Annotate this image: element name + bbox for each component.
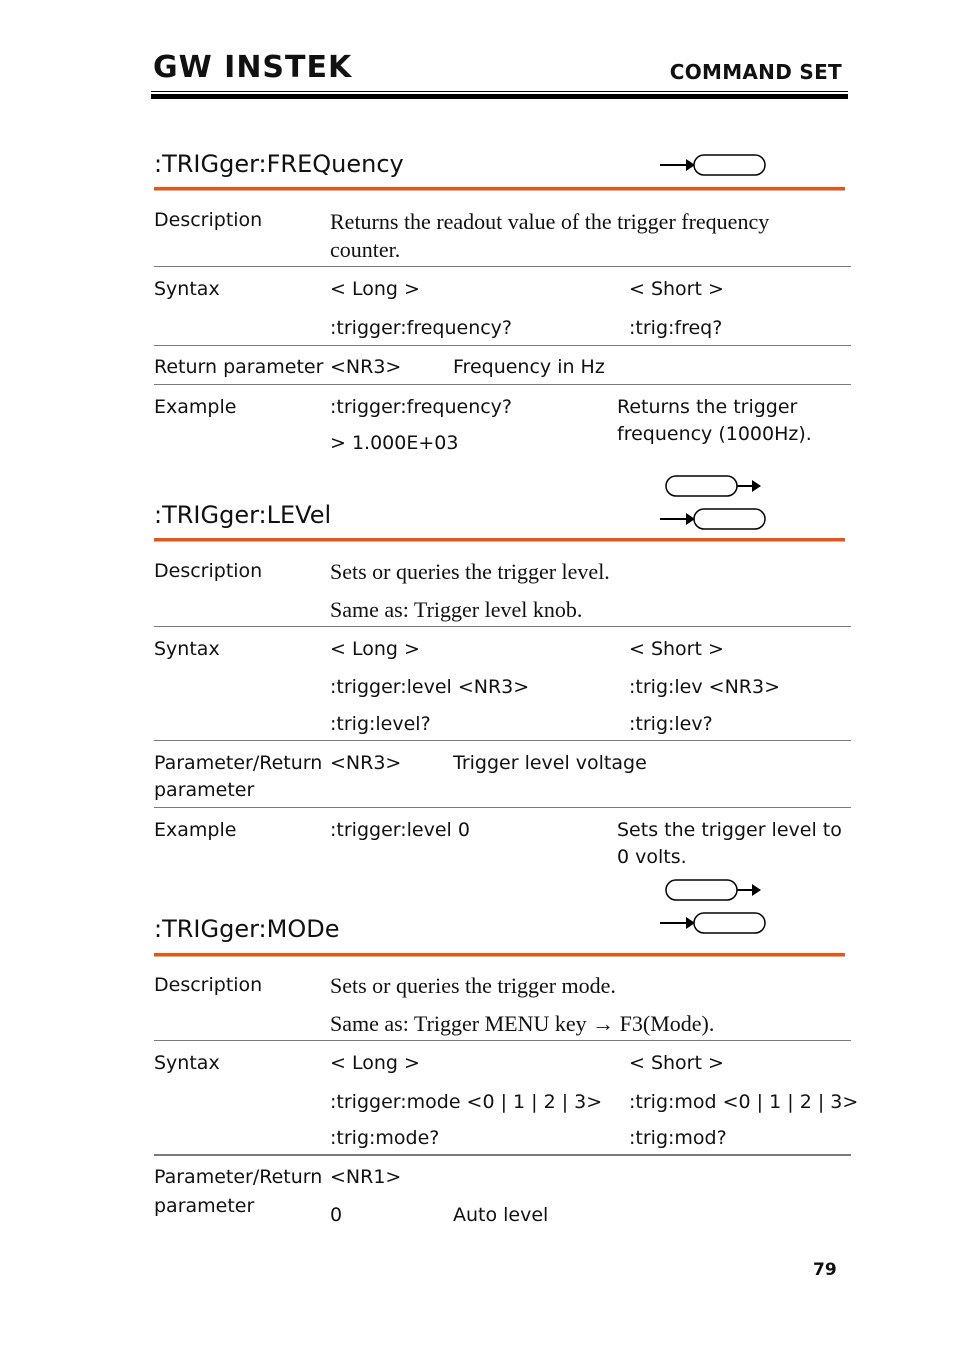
- syntax-long-command: :trigger:level <NR3>: [330, 676, 530, 698]
- example-note: frequency (1000Hz).: [617, 423, 812, 445]
- parameter-type: <NR1>: [330, 1166, 402, 1188]
- example-note: Sets the trigger level to: [617, 819, 842, 841]
- syntax-short-query: :trig:lev?: [629, 713, 713, 735]
- syntax-short-header: < Short >: [629, 638, 724, 660]
- header-rule-thin: [151, 91, 848, 92]
- row-divider: [154, 345, 851, 346]
- header-section-title: COMMAND SET: [669, 60, 842, 84]
- row-divider: [154, 1040, 851, 1041]
- row-divider: [154, 626, 851, 627]
- syntax-long-header: < Long >: [330, 278, 420, 300]
- example-label: Example: [154, 396, 237, 418]
- parameter-label: Parameter/Return: [154, 1166, 323, 1188]
- header-rule-thick: [151, 94, 848, 99]
- row-divider: [154, 266, 851, 267]
- row-divider: [154, 1154, 851, 1156]
- parameter-value-meaning: Auto level: [453, 1204, 549, 1226]
- description-text: Returns the readout value of the trigger…: [330, 209, 770, 234]
- syntax-long-command: :trigger:frequency?: [330, 317, 513, 339]
- section-divider-shadow: [154, 541, 845, 542]
- description-text: counter.: [330, 237, 401, 262]
- query-icon: [660, 912, 766, 934]
- row-divider: [154, 807, 851, 808]
- section-divider-shadow: [154, 190, 845, 191]
- parameter-label: parameter: [154, 1195, 255, 1217]
- row-divider: [154, 740, 851, 741]
- section-title-trigger-level: :TRIGger:LEVel: [154, 501, 332, 529]
- example-note: 0 volts.: [617, 846, 687, 868]
- example-response: > 1.000E+03: [330, 432, 459, 454]
- parameter-type: <NR3>: [330, 356, 402, 378]
- syntax-short-header: < Short >: [629, 278, 724, 300]
- parameter-label: parameter: [154, 779, 255, 801]
- syntax-long-header: < Long >: [330, 1052, 420, 1074]
- description-text: Sets or queries the trigger mode.: [330, 973, 616, 998]
- return-parameter-label: Return parameter: [154, 356, 324, 378]
- parameter-meaning: Trigger level voltage: [453, 752, 647, 774]
- description-text: Same as: Trigger MENU key → F3(Mode).: [330, 1011, 715, 1036]
- page-number: 79: [813, 1260, 837, 1280]
- description-label: Description: [154, 974, 263, 996]
- syntax-short-command: :trig:freq?: [629, 317, 723, 339]
- gw-instek-logo: GW INSTEK: [153, 50, 353, 85]
- query-icon: [660, 154, 766, 176]
- parameter-label: Parameter/Return: [154, 752, 323, 774]
- syntax-long-query: :trig:level?: [330, 713, 431, 735]
- syntax-short-command: :trig:mod <0 | 1 | 2 | 3>: [629, 1091, 859, 1113]
- parameter-meaning: Frequency in Hz: [453, 356, 605, 378]
- row-divider: [154, 384, 851, 385]
- syntax-short-header: < Short >: [629, 1052, 724, 1074]
- description-label: Description: [154, 209, 263, 231]
- set-icon: [665, 879, 761, 901]
- description-text: Same as: Trigger level knob.: [330, 597, 583, 622]
- example-note: Returns the trigger: [617, 396, 798, 418]
- query-icon: [660, 508, 766, 530]
- example-label: Example: [154, 819, 237, 841]
- example-command: :trigger:level 0: [330, 819, 470, 841]
- syntax-short-command: :trig:lev <NR3>: [629, 676, 780, 698]
- section-title-trigger-frequency: :TRIGger:FREQuency: [154, 150, 404, 178]
- description-text: Sets or queries the trigger level.: [330, 559, 610, 584]
- example-command: :trigger:frequency?: [330, 396, 513, 418]
- description-label: Description: [154, 560, 263, 582]
- syntax-long-header: < Long >: [330, 638, 420, 660]
- section-divider-shadow: [154, 956, 845, 957]
- parameter-type: <NR3>: [330, 752, 402, 774]
- syntax-label: Syntax: [154, 638, 220, 660]
- syntax-label: Syntax: [154, 1052, 220, 1074]
- syntax-short-query: :trig:mod?: [629, 1127, 727, 1149]
- syntax-long-query: :trig:mode?: [330, 1127, 440, 1149]
- set-icon: [665, 475, 761, 497]
- parameter-value: 0: [330, 1204, 343, 1226]
- syntax-long-command: :trigger:mode <0 | 1 | 2 | 3>: [330, 1091, 603, 1113]
- syntax-label: Syntax: [154, 278, 220, 300]
- section-title-trigger-mode: :TRIGger:MODe: [154, 915, 340, 943]
